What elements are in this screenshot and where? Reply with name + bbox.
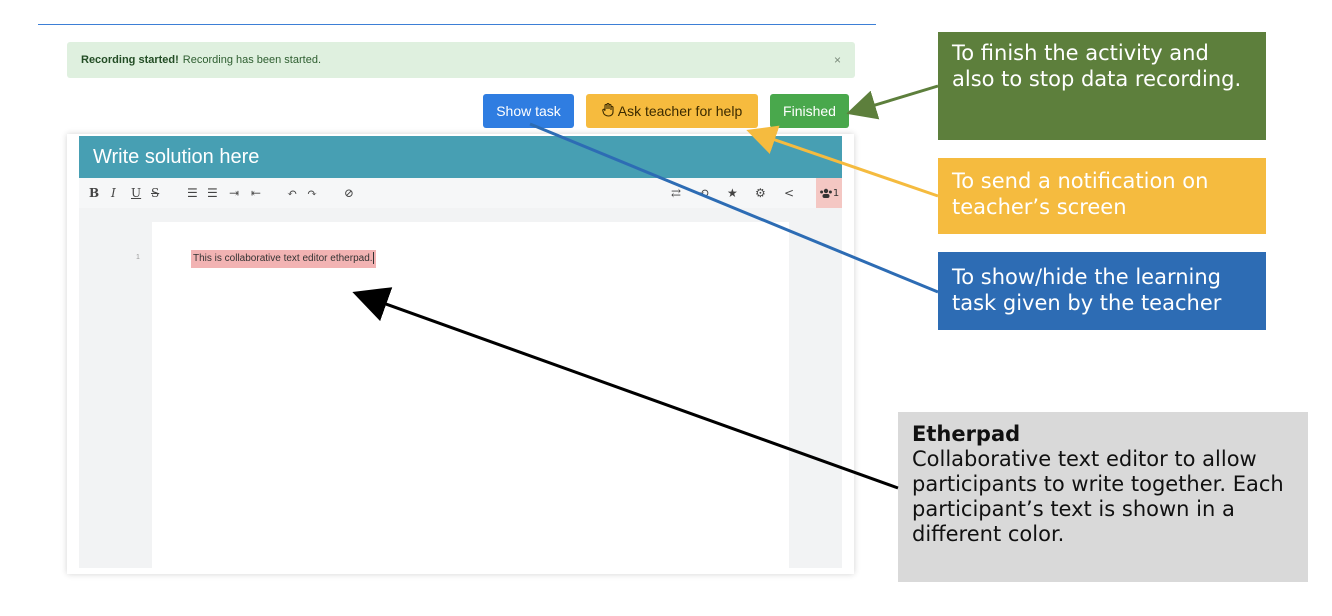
arrow-help [746,125,939,198]
arrow-finished [846,84,939,120]
annotation-arrows [352,84,939,490]
arrow-task [529,122,939,294]
arrow-etherpad [352,287,899,490]
